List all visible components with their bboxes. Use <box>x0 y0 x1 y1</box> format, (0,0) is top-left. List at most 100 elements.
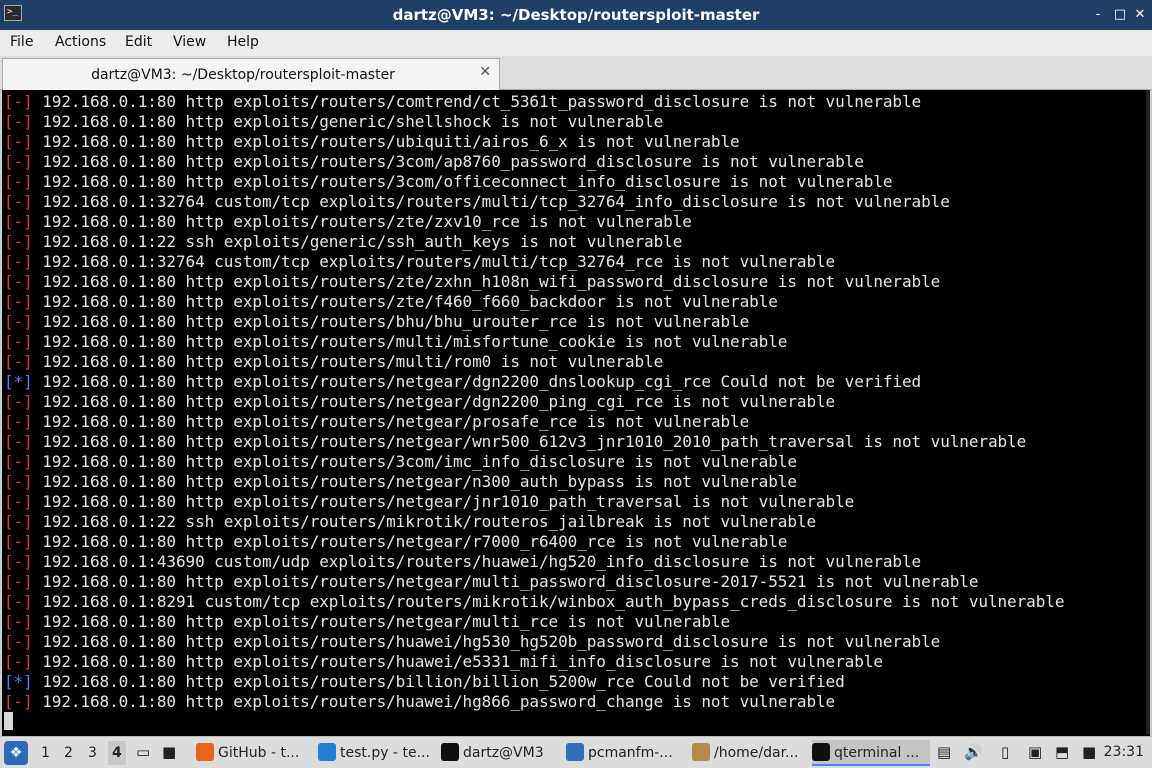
line-text: 192.168.0.1:80 http exploits/routers/3co… <box>32 152 864 171</box>
terminal-line: [-] 192.168.0.1:80 http exploits/routers… <box>4 132 1064 152</box>
fail-marker: [-] <box>4 512 33 531</box>
terminal-cursor <box>4 712 13 730</box>
notes-icon[interactable]: ▯ <box>1001 743 1009 761</box>
fail-marker: [-] <box>4 592 33 611</box>
terminal-line: [-] 192.168.0.1:80 http exploits/routers… <box>4 692 1064 712</box>
close-button[interactable]: ✕ <box>1130 5 1150 25</box>
terminal-line: [-] 192.168.0.1:80 http exploits/routers… <box>4 352 1064 372</box>
terminal-line: [-] 192.168.0.1:80 http exploits/routers… <box>4 452 1064 472</box>
terminal-icon <box>812 743 830 761</box>
terminal-line: [-] 192.168.0.1:80 http exploits/routers… <box>4 572 1064 592</box>
fail-marker: [-] <box>4 392 33 411</box>
fail-marker: [-] <box>4 652 33 671</box>
line-text: 192.168.0.1:80 http exploits/routers/net… <box>32 392 836 411</box>
terminal-line: [-] 192.168.0.1:80 http exploits/routers… <box>4 392 1064 412</box>
minimize-button[interactable]: - <box>1088 5 1108 25</box>
taskbar-item[interactable]: GitHub - t... <box>196 740 311 766</box>
taskbar-item-label: dartz@VM3 <box>463 745 544 761</box>
fail-marker: [-] <box>4 292 33 311</box>
line-text: 192.168.0.1:80 http exploits/routers/net… <box>32 612 731 631</box>
taskbar: ❖ 1 2 3 4 ▭ ■ GitHub - t... test.py - te.… <box>0 736 1152 768</box>
terminal-icon <box>441 743 459 761</box>
tab-terminal[interactable]: dartz@VM3: ~/Desktop/routersploit-master… <box>2 58 500 90</box>
line-text: 192.168.0.1:32764 custom/tcp exploits/ro… <box>32 192 950 211</box>
line-text: 192.168.0.1:80 http exploits/routers/zte… <box>32 292 778 311</box>
fail-marker: [-] <box>4 532 33 551</box>
window-titlebar[interactable]: >_ dartz@VM3: ~/Desktop/routersploit-mas… <box>0 0 1152 30</box>
menu-file[interactable]: File <box>10 34 33 50</box>
desktop-icon[interactable]: ■ <box>162 743 176 761</box>
line-text: 192.168.0.1:80 http exploits/routers/net… <box>32 572 979 591</box>
terminal-scrollbar[interactable] <box>1146 90 1150 734</box>
terminal-lines: [-] 192.168.0.1:80 http exploits/routers… <box>4 92 1064 712</box>
fail-marker: [-] <box>4 432 33 451</box>
fail-marker: [-] <box>4 352 33 371</box>
display-icon[interactable]: ■ <box>1082 743 1096 761</box>
workspace-1[interactable]: 1 <box>41 745 50 761</box>
terminal-line: [-] 192.168.0.1:80 http exploits/routers… <box>4 332 1064 352</box>
taskbar-item-label: GitHub - t... <box>218 745 300 761</box>
file-manager-icon[interactable]: ▭ <box>136 743 150 761</box>
menu-actions[interactable]: Actions <box>55 34 106 50</box>
fail-marker: [-] <box>4 492 33 511</box>
menu-edit[interactable]: Edit <box>125 34 152 50</box>
terminal-line: [-] 192.168.0.1:80 http exploits/routers… <box>4 652 1064 672</box>
info-marker: [*] <box>4 672 33 691</box>
tab-close-icon[interactable]: ✕ <box>479 64 491 80</box>
terminal-line: [-] 192.168.0.1:80 http exploits/routers… <box>4 532 1064 552</box>
window-title: dartz@VM3: ~/Desktop/routersploit-master <box>392 6 760 24</box>
taskbar-item[interactable]: dartz@VM3 <box>441 740 561 766</box>
taskbar-item[interactable]: pcmanfm-... <box>566 740 686 766</box>
taskbar-item[interactable]: qterminal ... <box>812 740 930 766</box>
workspace-4[interactable]: 4 <box>108 741 126 765</box>
line-text: 192.168.0.1:80 http exploits/routers/mul… <box>32 352 664 371</box>
update-icon[interactable]: ⬒ <box>1055 743 1069 761</box>
line-text: 192.168.0.1:80 http exploits/routers/hua… <box>32 632 941 651</box>
info-marker: [*] <box>4 372 33 391</box>
fail-marker: [-] <box>4 252 33 271</box>
menu-bar: File Actions Edit View Help <box>0 30 1152 56</box>
line-text: 192.168.0.1:80 http exploits/routers/hua… <box>32 652 883 671</box>
maximize-button[interactable]: □ <box>1110 5 1130 25</box>
line-text: 192.168.0.1:80 http exploits/routers/net… <box>32 412 750 431</box>
line-text: 192.168.0.1:32764 custom/tcp exploits/ro… <box>32 252 836 271</box>
taskbar-item-label: test.py - te... <box>340 745 430 761</box>
workspace-3[interactable]: 3 <box>88 745 97 761</box>
menu-view[interactable]: View <box>173 34 206 50</box>
fail-marker: [-] <box>4 172 33 191</box>
start-menu-icon[interactable]: ❖ <box>4 741 28 765</box>
terminal-line: [-] 192.168.0.1:80 http exploits/routers… <box>4 312 1064 332</box>
fail-marker: [-] <box>4 92 33 111</box>
fail-marker: [-] <box>4 472 33 491</box>
taskbar-item-label: qterminal ... <box>834 745 920 761</box>
workspace-2[interactable]: 2 <box>64 745 73 761</box>
terminal-line: [-] 192.168.0.1:80 http exploits/routers… <box>4 292 1064 312</box>
line-text: 192.168.0.1:22 ssh exploits/generic/ssh_… <box>32 232 683 251</box>
terminal-line: [-] 192.168.0.1:80 http exploits/routers… <box>4 612 1064 632</box>
taskbar-item[interactable]: /home/dar... <box>692 740 804 766</box>
fail-marker: [-] <box>4 452 33 471</box>
line-text: 192.168.0.1:22 ssh exploits/routers/mikr… <box>32 512 817 531</box>
terminal-output[interactable]: [-] 192.168.0.1:80 http exploits/routers… <box>0 90 1152 736</box>
terminal-line: [-] 192.168.0.1:80 http exploits/routers… <box>4 172 1064 192</box>
fail-marker: [-] <box>4 192 33 211</box>
terminal-line: [-] 192.168.0.1:80 http exploits/routers… <box>4 472 1064 492</box>
line-text: 192.168.0.1:80 http exploits/routers/hua… <box>32 692 836 711</box>
taskbar-item[interactable]: test.py - te... <box>318 740 436 766</box>
fail-marker: [-] <box>4 572 33 591</box>
terminal-line: [-] 192.168.0.1:8291 custom/tcp exploits… <box>4 592 1064 612</box>
line-text: 192.168.0.1:80 http exploits/routers/bil… <box>32 672 845 691</box>
line-text: 192.168.0.1:80 http exploits/routers/net… <box>32 532 788 551</box>
volume-icon[interactable]: 🔊 <box>964 743 983 761</box>
terminal-line: [-] 192.168.0.1:80 http exploits/routers… <box>4 492 1064 512</box>
clipboard-icon[interactable]: ▤ <box>937 743 951 761</box>
line-text: 192.168.0.1:80 http exploits/routers/ubi… <box>32 132 740 151</box>
fail-marker: [-] <box>4 332 33 351</box>
line-text: 192.168.0.1:80 http exploits/routers/mul… <box>32 332 788 351</box>
menu-help[interactable]: Help <box>227 34 259 50</box>
tab-bar: dartz@VM3: ~/Desktop/routersploit-master… <box>0 56 1152 90</box>
fail-marker: [-] <box>4 632 33 651</box>
terminal-line: [-] 192.168.0.1:80 http exploits/generic… <box>4 112 1064 132</box>
taskbar-item-label: /home/dar... <box>714 745 799 761</box>
network-icon[interactable]: ▣ <box>1028 743 1042 761</box>
